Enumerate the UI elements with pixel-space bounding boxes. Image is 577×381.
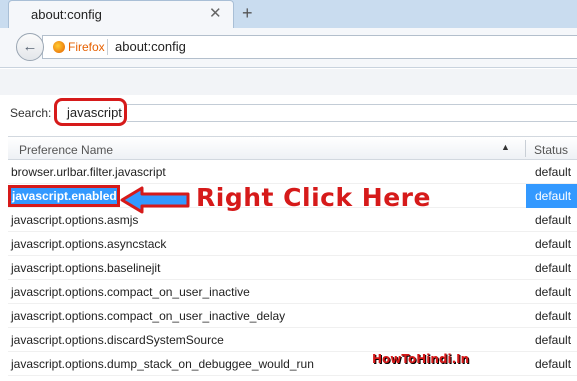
preference-name: javascript.options.baselinejit <box>11 261 161 275</box>
table-row[interactable]: browser.urlbar.filter.javascript default <box>8 160 577 184</box>
table-row[interactable]: javascript.options.compact_on_user_inact… <box>8 280 577 304</box>
search-field-body[interactable] <box>127 104 577 122</box>
column-header-preference-name[interactable]: Preference Name <box>19 143 113 157</box>
status-cell: default <box>526 256 577 280</box>
status-value: default <box>535 213 572 227</box>
preference-name: javascript.options.asyncstack <box>11 237 167 251</box>
toolbar-gap <box>0 69 577 95</box>
new-tab-button[interactable]: + <box>242 2 253 24</box>
status-value: default <box>535 165 572 179</box>
back-arrow-icon: ← <box>22 38 38 55</box>
watermark: HowToHindi.In <box>372 352 470 366</box>
url-text[interactable]: about:config <box>115 39 186 54</box>
search-value: javascript <box>67 105 122 120</box>
search-input[interactable]: javascript <box>54 98 127 126</box>
status-value: default <box>535 333 572 347</box>
status-cell: default <box>526 328 577 352</box>
preference-name: javascript.options.compact_on_user_inact… <box>11 285 250 299</box>
close-icon[interactable]: ✕ <box>209 5 222 23</box>
table-row[interactable]: javascript.options.asyncstack default <box>8 232 577 256</box>
preference-name: javascript.options.asmjs <box>11 213 139 227</box>
status-value: default <box>535 357 572 371</box>
status-cell: default <box>526 304 577 328</box>
preference-name: javascript.options.discardSystemSource <box>11 333 224 347</box>
preference-name: javascript.enabled <box>12 189 117 203</box>
table-row[interactable]: javascript.options.compact_on_user_inact… <box>8 304 577 328</box>
tab-about-config[interactable]: about:config ✕ <box>8 0 234 28</box>
preference-name: browser.urlbar.filter.javascript <box>11 165 166 179</box>
table-row[interactable]: javascript.options.baselinejit default <box>8 256 577 280</box>
status-value: default <box>535 309 572 323</box>
back-button[interactable]: ← <box>16 33 44 61</box>
status-value: default <box>535 261 572 275</box>
table-header: Preference Name ▲ Status <box>8 136 577 160</box>
column-header-status[interactable]: Status <box>534 143 568 157</box>
url-bar[interactable]: Firefox about:config <box>42 35 577 59</box>
table-row[interactable]: javascript.options.dump_stack_on_debugge… <box>8 352 577 376</box>
url-separator <box>107 39 108 55</box>
annotation-arrow-icon <box>120 186 190 214</box>
tab-title: about:config <box>31 7 102 22</box>
annotation-text: Right Click Here <box>196 183 431 212</box>
table-row[interactable]: javascript.options.discardSystemSource d… <box>8 328 577 352</box>
firefox-icon <box>53 41 65 53</box>
identity-label: Firefox <box>68 40 105 54</box>
config-content: Search: javascript Preference Name ▲ Sta… <box>0 69 577 381</box>
status-cell: default <box>526 352 577 376</box>
status-value: default <box>535 285 572 299</box>
status-cell: default <box>526 232 577 256</box>
status-cell: default <box>526 208 577 232</box>
tab-strip: about:config ✕ + <box>0 0 577 28</box>
search-label: Search: <box>10 106 52 120</box>
status-cell: default <box>526 184 577 208</box>
column-divider[interactable] <box>525 140 526 157</box>
status-cell: default <box>526 160 577 184</box>
status-value: default <box>535 237 572 251</box>
preference-name: javascript.options.compact_on_user_inact… <box>11 309 286 323</box>
status-cell: default <box>526 280 577 304</box>
status-value: default <box>535 189 572 203</box>
preference-name: javascript.options.dump_stack_on_debugge… <box>11 357 314 371</box>
navigation-bar: Firefox about:config ← <box>0 28 577 68</box>
sort-ascending-icon[interactable]: ▲ <box>501 142 510 152</box>
